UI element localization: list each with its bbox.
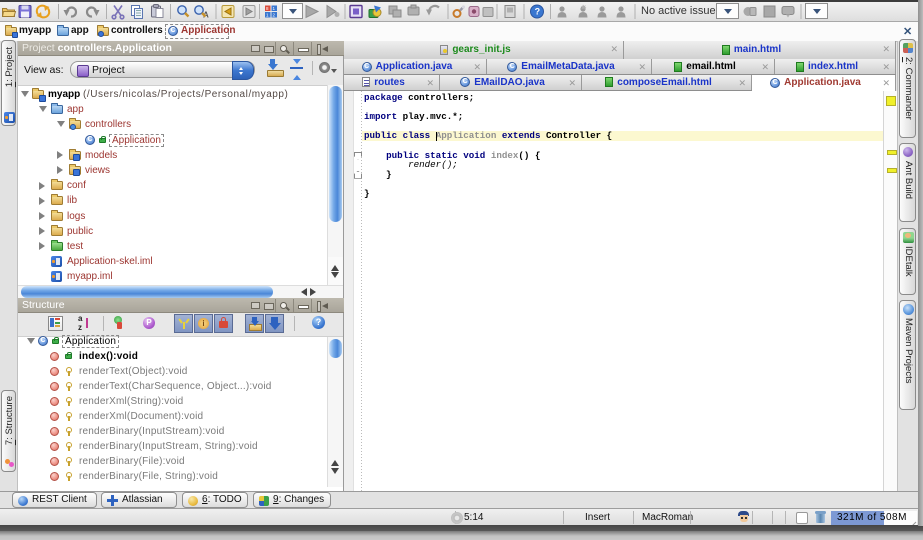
svg-text:?: ? [535, 7, 541, 17]
